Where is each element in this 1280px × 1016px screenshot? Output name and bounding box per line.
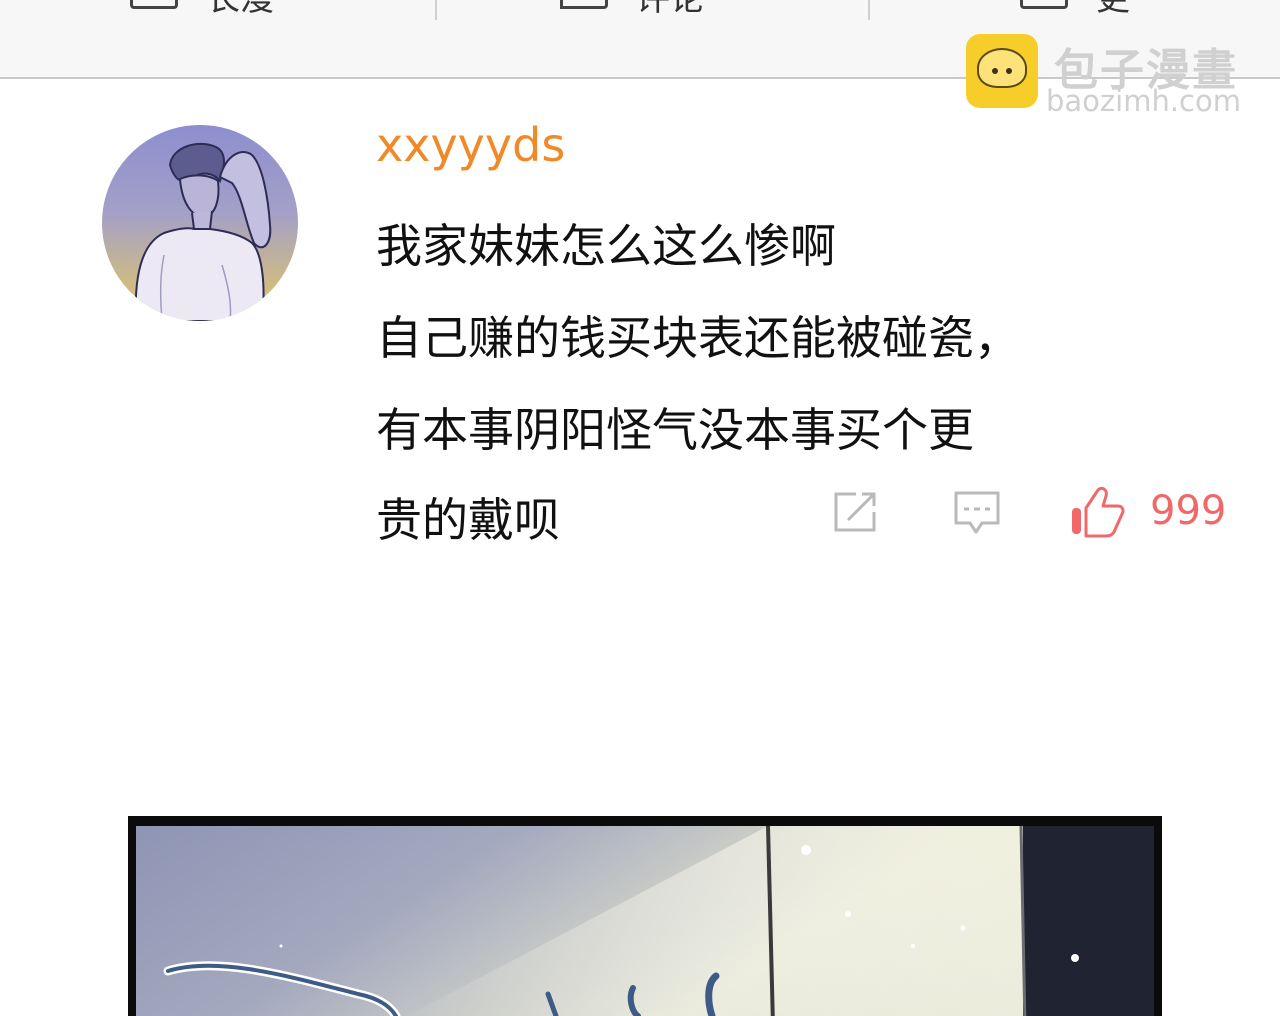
share-icon: [834, 492, 876, 532]
avatar[interactable]: [102, 125, 298, 321]
like-button[interactable]: [1068, 484, 1126, 538]
comment-text-line: 贵的戴呗: [376, 493, 560, 547]
like-count: 999: [1150, 488, 1227, 534]
tab-divider: [868, 0, 870, 20]
long-comic-icon: [130, 0, 178, 9]
tab-divider: [435, 0, 437, 20]
comic-panel: [128, 816, 1162, 1016]
avatar-illustration: [134, 142, 272, 321]
watermark-url: baozimh.com: [1046, 84, 1241, 118]
reply-icon: [954, 491, 1000, 534]
comment-text-line: 有本事阴阳怪气没本事买个更: [376, 403, 974, 457]
watermark: 包子漫畫 baozimh.com: [966, 34, 1266, 118]
comic-panel-image: [136, 825, 1154, 1016]
tab-more-label: 更: [1096, 0, 1130, 20]
tab-comments[interactable]: 评论: [560, 0, 704, 19]
tab-comments-label: 评论: [636, 0, 704, 20]
baozi-logo-icon: [966, 34, 1038, 108]
more-icon: [1020, 0, 1068, 9]
comment-text-line: 我家妹妹怎么这么惨啊: [376, 219, 836, 273]
share-button[interactable]: [830, 488, 880, 538]
thumbs-up-icon: [1072, 486, 1125, 538]
tab-more[interactable]: 更: [1020, 0, 1130, 19]
reply-button[interactable]: [952, 488, 1002, 538]
comment-icon: [560, 0, 608, 9]
comment-text-line: 自己赚的钱买块表还能被碰瓷，: [376, 311, 1020, 365]
tab-long-comic-label: 长漫: [206, 0, 274, 20]
tab-long-comic[interactable]: 长漫: [130, 0, 274, 19]
comment-username[interactable]: xxyyyds: [376, 118, 565, 172]
